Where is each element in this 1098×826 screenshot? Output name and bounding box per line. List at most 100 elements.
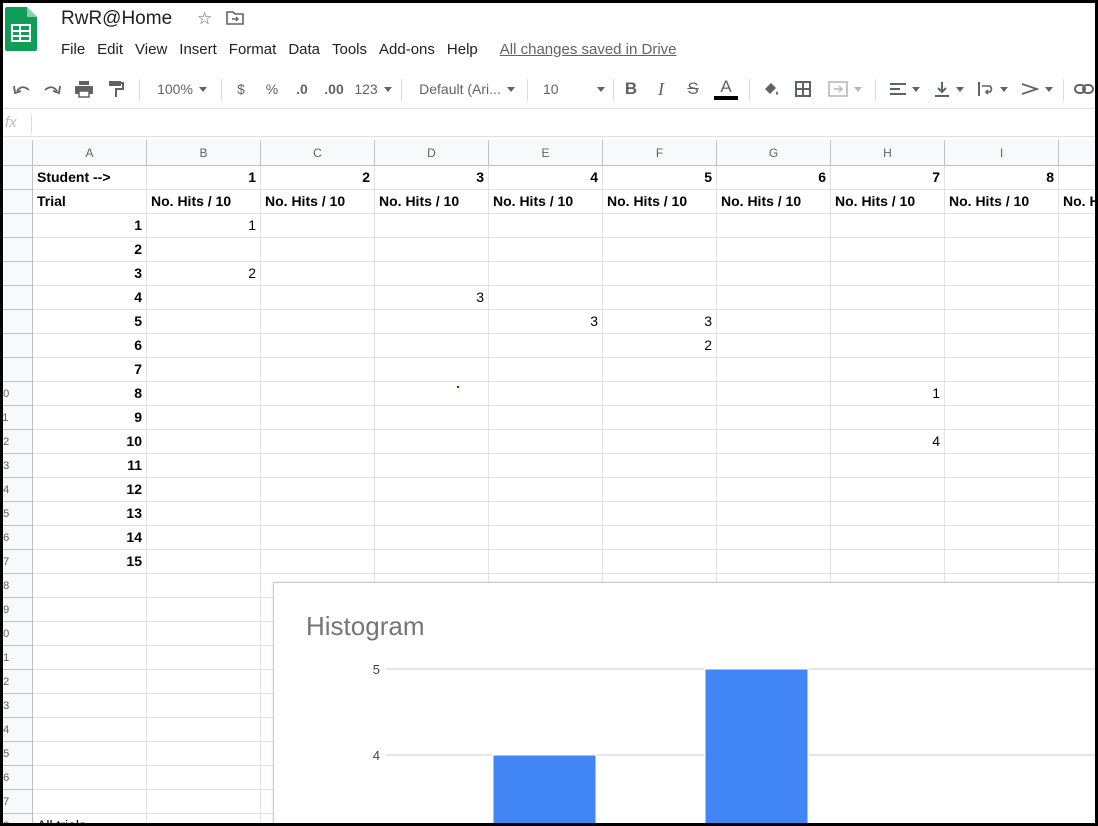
table-cell[interactable]	[945, 550, 1059, 574]
table-cell[interactable]	[261, 286, 375, 310]
table-cell[interactable]	[261, 262, 375, 286]
row-header[interactable]: 17	[3, 550, 33, 574]
zoom-select[interactable]: 100%	[151, 71, 213, 107]
table-cell[interactable]	[603, 454, 717, 478]
table-cell[interactable]	[261, 502, 375, 526]
table-cell[interactable]: 3	[375, 166, 489, 190]
row-header[interactable]: 28	[3, 814, 33, 823]
table-cell[interactable]	[831, 526, 945, 550]
table-cell[interactable]	[147, 550, 261, 574]
table-cell[interactable]: 11	[33, 454, 147, 478]
table-cell[interactable]	[603, 262, 717, 286]
menu-add-ons[interactable]: Add-ons	[379, 41, 435, 58]
table-cell[interactable]	[147, 430, 261, 454]
table-cell[interactable]	[33, 694, 147, 718]
row-header[interactable]: 12	[3, 430, 33, 454]
vertical-align-icon[interactable]	[929, 71, 969, 107]
table-cell[interactable]: No. Hits / 10	[261, 190, 375, 214]
table-cell[interactable]	[375, 454, 489, 478]
row-header[interactable]: 7	[3, 310, 33, 334]
row-header[interactable]: 18	[3, 574, 33, 598]
table-cell[interactable]	[375, 478, 489, 502]
table-cell[interactable]	[603, 286, 717, 310]
table-cell[interactable]	[147, 286, 261, 310]
column-header-d[interactable]: D	[375, 140, 489, 166]
table-cell[interactable]	[717, 214, 831, 238]
table-cell[interactable]	[147, 502, 261, 526]
table-cell[interactable]	[147, 454, 261, 478]
table-cell[interactable]	[603, 526, 717, 550]
table-cell[interactable]	[603, 406, 717, 430]
table-cell[interactable]	[1059, 310, 1095, 334]
row-header[interactable]: 11	[3, 406, 33, 430]
table-cell[interactable]	[147, 646, 261, 670]
row-header[interactable]: 25	[3, 742, 33, 766]
histogram-chart[interactable]: Histogram 45	[273, 582, 1095, 826]
row-header[interactable]: 15	[3, 502, 33, 526]
column-header-f[interactable]: F	[603, 140, 717, 166]
column-header-c[interactable]: C	[261, 140, 375, 166]
table-cell[interactable]	[945, 238, 1059, 262]
table-cell[interactable]: 6	[33, 334, 147, 358]
row-header[interactable]: 9	[3, 358, 33, 382]
table-cell[interactable]	[489, 526, 603, 550]
table-cell[interactable]	[1059, 286, 1095, 310]
redo-icon[interactable]	[39, 71, 65, 107]
table-cell[interactable]: 6	[717, 166, 831, 190]
table-cell[interactable]: 5	[603, 166, 717, 190]
paint-format-icon[interactable]	[103, 71, 129, 107]
row-header[interactable]: 4	[3, 238, 33, 262]
table-cell[interactable]	[831, 310, 945, 334]
table-cell[interactable]	[1059, 454, 1095, 478]
table-cell[interactable]	[945, 382, 1059, 406]
table-cell[interactable]	[375, 406, 489, 430]
row-header[interactable]: 10	[3, 382, 33, 406]
table-cell[interactable]: No. Hits / 10	[489, 190, 603, 214]
table-cell[interactable]	[261, 550, 375, 574]
table-cell[interactable]	[831, 502, 945, 526]
histogram-bar[interactable]	[492, 754, 597, 826]
table-cell[interactable]	[147, 334, 261, 358]
table-cell[interactable]	[33, 766, 147, 790]
row-header[interactable]: 13	[3, 454, 33, 478]
table-cell[interactable]	[147, 382, 261, 406]
table-cell[interactable]	[375, 262, 489, 286]
row-header[interactable]: 27	[3, 790, 33, 814]
table-cell[interactable]	[147, 670, 261, 694]
table-cell[interactable]	[945, 430, 1059, 454]
table-cell[interactable]	[831, 478, 945, 502]
table-cell[interactable]	[375, 310, 489, 334]
column-header-a[interactable]: A	[33, 140, 147, 166]
table-cell[interactable]	[261, 382, 375, 406]
table-cell[interactable]: 5	[33, 310, 147, 334]
table-cell[interactable]	[33, 790, 147, 814]
table-cell[interactable]	[831, 214, 945, 238]
table-cell[interactable]	[831, 334, 945, 358]
row-header[interactable]: 16	[3, 526, 33, 550]
column-header-i[interactable]: I	[945, 140, 1059, 166]
select-all-corner[interactable]	[3, 140, 33, 166]
table-cell[interactable]	[831, 262, 945, 286]
table-cell[interactable]	[945, 406, 1059, 430]
table-cell[interactable]	[261, 214, 375, 238]
table-cell[interactable]: No. Hits / 10	[1059, 190, 1095, 214]
column-header-h[interactable]: H	[831, 140, 945, 166]
table-cell[interactable]	[147, 742, 261, 766]
table-cell[interactable]	[375, 238, 489, 262]
formula-input[interactable]	[35, 113, 1095, 133]
table-cell[interactable]	[147, 478, 261, 502]
table-cell[interactable]	[147, 526, 261, 550]
table-cell[interactable]: 8	[33, 382, 147, 406]
table-cell[interactable]	[1059, 166, 1095, 190]
row-header[interactable]: 21	[3, 646, 33, 670]
increase-decimal-button[interactable]: .00	[321, 71, 347, 107]
table-cell[interactable]	[717, 406, 831, 430]
table-cell[interactable]	[717, 238, 831, 262]
table-cell[interactable]	[1059, 430, 1095, 454]
table-cell[interactable]	[261, 406, 375, 430]
table-cell[interactable]: 7	[831, 166, 945, 190]
table-cell[interactable]	[375, 214, 489, 238]
menu-help[interactable]: Help	[447, 41, 478, 58]
table-cell[interactable]	[717, 502, 831, 526]
table-cell[interactable]	[489, 334, 603, 358]
